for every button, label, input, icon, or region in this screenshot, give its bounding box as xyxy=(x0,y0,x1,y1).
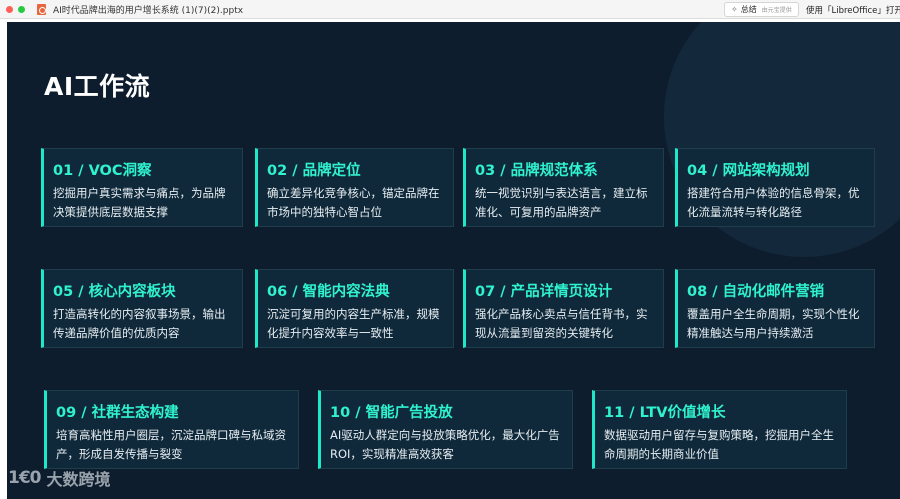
document-filename: AI时代品牌出海的用户增长系统 (1)(7)(2).pptx xyxy=(53,5,244,16)
sparkle-icon: ✧ xyxy=(731,5,738,14)
workflow-card-07: 07 / 产品详情页设计 强化产品核心卖点与信任背书，实现从流量到留资的关键转化 xyxy=(463,269,664,348)
pptx-file-icon xyxy=(37,3,46,15)
card-title: 04 / 网站架构规划 xyxy=(687,163,810,179)
card-description: 搭建符合用户体验的信息骨架，优化流量流转与转化路径 xyxy=(687,186,860,219)
window-titlebar: AI时代品牌出海的用户增长系统 (1)(7)(2).pptx ✧ 总结 由元宝提… xyxy=(0,0,900,19)
workflow-card-06: 06 / 智能内容法典 沉淀可复用的内容生产标准，规模化提升内容效率与一致性 xyxy=(255,269,454,348)
card-description: 沉淀可复用的内容生产标准，规模化提升内容效率与一致性 xyxy=(267,307,440,340)
card-title: 11 / LTV价值增长 xyxy=(604,405,726,421)
card-title: 07 / 产品详情页设计 xyxy=(475,284,613,300)
slide-title: AI工作流 xyxy=(44,72,151,101)
window-controls xyxy=(6,5,25,13)
card-description: AI驱动人群定向与投放策略优化，最大化广告ROI，实现精准高效获客 xyxy=(330,428,560,461)
summary-button[interactable]: ✧ 总结 由元宝提供 xyxy=(724,2,799,17)
card-title: 08 / 自动化邮件营销 xyxy=(687,284,825,300)
workflow-card-03: 03 / 品牌规范体系 统一视觉识别与表达语言，建立标准化、可复用的品牌资产 xyxy=(463,148,664,227)
card-description: 统一视觉识别与表达语言，建立标准化、可复用的品牌资产 xyxy=(475,186,648,219)
card-description: 覆盖用户全生命周期，实现个性化精准触达与用户持续激活 xyxy=(687,307,860,340)
card-description: 确立差异化竞争核心，锚定品牌在市场中的独特心智占位 xyxy=(267,186,440,219)
card-title: 10 / 智能广告投放 xyxy=(330,405,453,421)
open-with-libreoffice-button[interactable]: 使用「LibreOffice」打开 xyxy=(806,4,900,16)
card-description: 强化产品核心卖点与信任背书，实现从流量到留资的关键转化 xyxy=(475,307,648,340)
watermark: 1€0 大数跨境 xyxy=(8,466,111,490)
workflow-card-01: 01 / VOC洞察 挖掘用户真实需求与痛点，为品牌决策提供底层数据支撑 xyxy=(41,148,243,227)
maximize-window-button[interactable] xyxy=(18,5,25,13)
workflow-card-04: 04 / 网站架构规划 搭建符合用户体验的信息骨架，优化流量流转与转化路径 xyxy=(675,148,875,227)
watermark-logo: 1€0 xyxy=(8,468,41,488)
card-title: 09 / 社群生态构建 xyxy=(56,405,179,421)
close-window-button[interactable] xyxy=(6,5,13,13)
workflow-card-10: 10 / 智能广告投放 AI驱动人群定向与投放策略优化，最大化广告ROI，实现精… xyxy=(318,390,573,469)
workflow-card-05: 05 / 核心内容板块 打造高转化的内容叙事场景，输出传递品牌价值的优质内容 xyxy=(41,269,243,348)
summary-provider-label: 由元宝提供 xyxy=(761,7,792,14)
card-description: 数据驱动用户留存与复购策略，挖掘用户全生命周期的长期商业价值 xyxy=(604,428,834,461)
card-title: 03 / 品牌规范体系 xyxy=(475,163,598,179)
card-title: 05 / 核心内容板块 xyxy=(53,284,176,300)
card-title: 01 / VOC洞察 xyxy=(53,163,152,179)
card-description: 打造高转化的内容叙事场景，输出传递品牌价值的优质内容 xyxy=(53,307,226,340)
summary-button-label: 总结 xyxy=(740,5,757,14)
presentation-slide: AI工作流 01 / VOC洞察 挖掘用户真实需求与痛点，为品牌决策提供底层数据… xyxy=(7,22,900,499)
workflow-card-02: 02 / 品牌定位 确立差异化竞争核心，锚定品牌在市场中的独特心智占位 xyxy=(255,148,454,227)
watermark-text: 大数跨境 xyxy=(46,470,111,489)
workflow-card-09: 09 / 社群生态构建 培育高粘性用户圈层，沉淀品牌口碑与私域资产，形成自发传播… xyxy=(44,390,299,469)
card-title: 02 / 品牌定位 xyxy=(267,163,361,179)
card-description: 挖掘用户真实需求与痛点，为品牌决策提供底层数据支撑 xyxy=(53,186,226,219)
card-title: 06 / 智能内容法典 xyxy=(267,284,390,300)
workflow-card-11: 11 / LTV价值增长 数据驱动用户留存与复购策略，挖掘用户全生命周期的长期商… xyxy=(592,390,847,469)
card-description: 培育高粘性用户圈层，沉淀品牌口碑与私域资产，形成自发传播与裂变 xyxy=(56,428,286,461)
workflow-card-08: 08 / 自动化邮件营销 覆盖用户全生命周期，实现个性化精准触达与用户持续激活 xyxy=(675,269,875,348)
